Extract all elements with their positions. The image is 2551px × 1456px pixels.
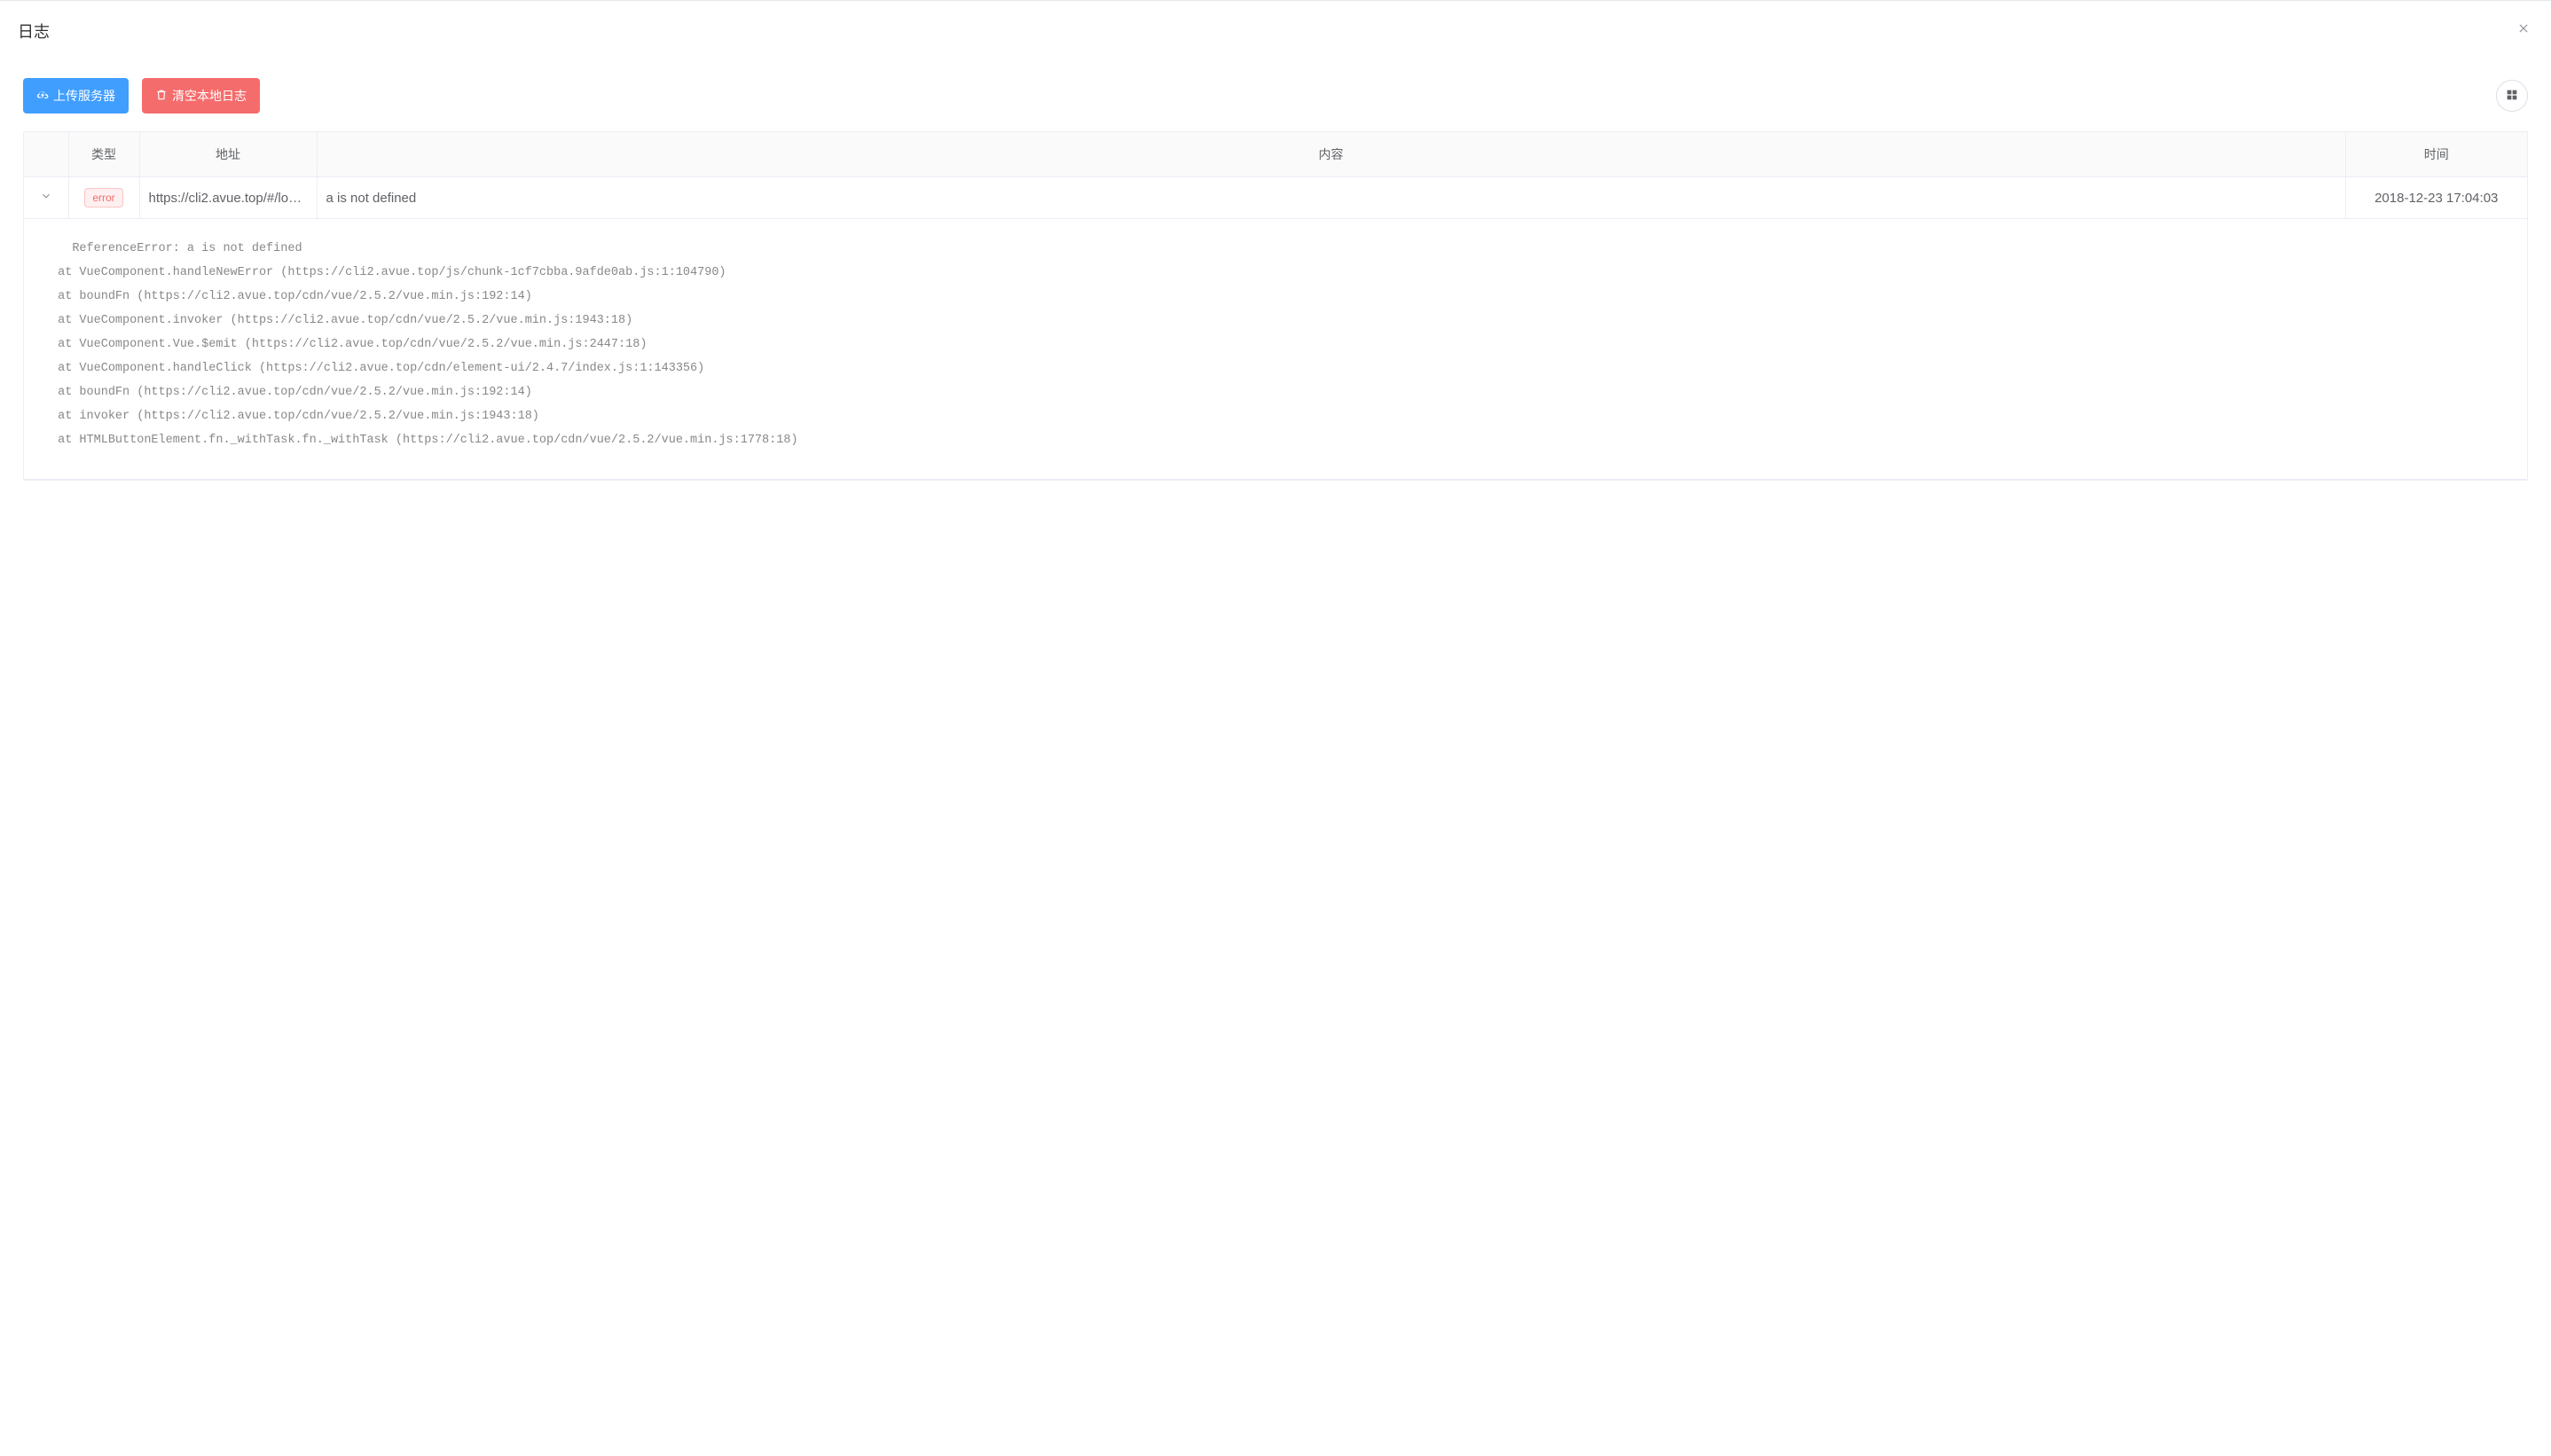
toolbar: 上传服务器 清空本地日志 [23, 78, 2528, 114]
log-table: 类型 地址 内容 时间 error [23, 131, 2528, 481]
header-content: 内容 [317, 132, 2345, 177]
toolbar-left: 上传服务器 清空本地日志 [23, 78, 260, 114]
stack-trace: ReferenceError: a is not defined at VueC… [51, 237, 2500, 452]
trash-icon [155, 89, 168, 104]
grid-icon [2505, 88, 2519, 105]
header-time: 时间 [2345, 132, 2527, 177]
dialog-title: 日志 [18, 20, 50, 43]
dialog-body: 上传服务器 清空本地日志 [0, 51, 2551, 498]
cloud-upload-icon [36, 89, 49, 104]
upload-label: 上传服务器 [53, 87, 115, 105]
expanded-row: ReferenceError: a is not defined at VueC… [24, 219, 2527, 480]
column-settings-button[interactable] [2496, 80, 2528, 112]
clear-label: 清空本地日志 [172, 87, 247, 105]
close-icon[interactable] [2514, 19, 2533, 43]
dialog: 日志 上传服务器 [0, 0, 2551, 1456]
header-type: 类型 [68, 132, 139, 177]
header-expand [24, 132, 68, 177]
error-tag: error [84, 188, 122, 207]
header-url: 地址 [139, 132, 317, 177]
dialog-header: 日志 [0, 1, 2551, 51]
clear-button[interactable]: 清空本地日志 [142, 78, 260, 114]
table-row: error https://cli2.avue.top/#/log… a is … [24, 177, 2527, 219]
upload-button[interactable]: 上传服务器 [23, 78, 129, 114]
expand-toggle[interactable] [40, 190, 52, 206]
table-header-row: 类型 地址 内容 时间 [24, 132, 2527, 177]
url-cell: https://cli2.avue.top/#/log… [149, 191, 308, 206]
content-cell: a is not defined [326, 191, 2336, 206]
time-cell: 2018-12-23 17:04:03 [2355, 191, 2519, 206]
